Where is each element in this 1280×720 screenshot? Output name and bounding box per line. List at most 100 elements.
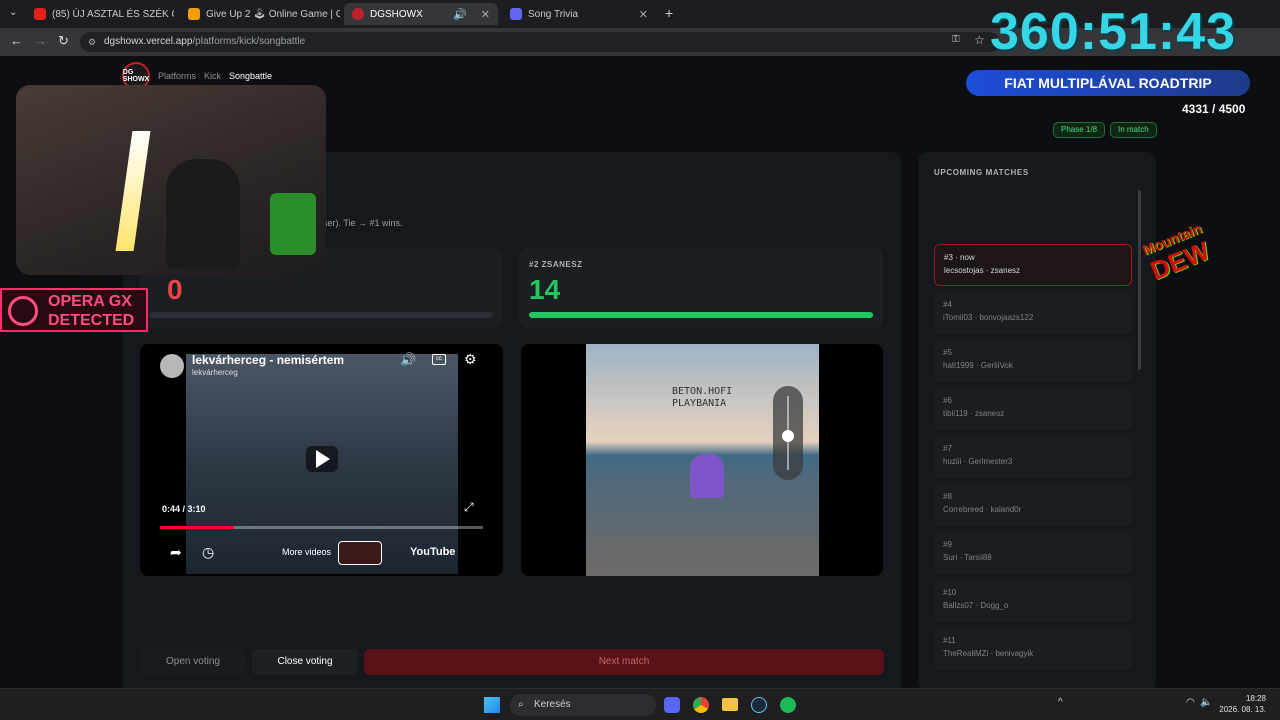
new-tab-icon[interactable]: + [665, 5, 673, 21]
upcoming-matches-title: UPCOMING MATCHES [934, 168, 1029, 177]
webcam-person [166, 159, 240, 269]
more-videos-label[interactable]: More videos [282, 547, 331, 557]
match-item[interactable]: #6 tibii119 · zsanesz [934, 388, 1132, 430]
youtube-logo[interactable]: YouTube [410, 546, 455, 558]
album-player[interactable]: BETON.HOFI PLAYBANIA [521, 344, 883, 576]
watch-later-icon[interactable]: ◷ [202, 544, 214, 561]
share-icon[interactable]: ➦ [170, 544, 182, 561]
roadtrip-goal-progress: 4331 / 4500 [1182, 102, 1246, 116]
breadcrumb-kick[interactable]: Kick [204, 71, 221, 81]
next-match-button[interactable]: Next match [364, 649, 884, 675]
back-icon[interactable]: ← [10, 33, 23, 48]
upcoming-matches-panel: UPCOMING MATCHES #3 · now lecsostojas · z… [918, 152, 1156, 692]
system-clock[interactable]: 18:28 2026. 08. 13. [1219, 693, 1266, 715]
forward-icon[interactable]: → [34, 33, 47, 48]
match-players: iTomii03 · bonvojaazs122 [943, 313, 1034, 322]
song-trivia-favicon-icon [510, 8, 522, 20]
spotify-icon[interactable] [780, 697, 796, 713]
match-id: #9 [943, 540, 952, 549]
match-item[interactable]: #9 Suri · Tarsii88 [934, 532, 1132, 574]
tab-song-trivia[interactable]: Song Trivia ✕ [502, 3, 656, 25]
tab-label: DGSHOWX [370, 8, 423, 20]
player2-score-bar [529, 312, 873, 318]
opera-logo-icon [8, 296, 38, 326]
match-id: #4 [943, 300, 952, 309]
streamer-webcam [16, 85, 326, 275]
match-item[interactable]: #11 TheRealiMZi · benivagyik [934, 628, 1132, 670]
player1-score-bar [149, 312, 493, 318]
url-host: dgshowx.vercel.app [104, 36, 193, 47]
taskbar-search[interactable]: ⌕ Keresés [510, 694, 656, 716]
volume-slider[interactable] [773, 386, 803, 480]
site-info-icon[interactable]: ⚙ [88, 32, 96, 52]
match-item[interactable]: #10 Ballzs07 · Dogg_o [934, 580, 1132, 622]
volume-icon[interactable]: 🔊 [400, 352, 416, 368]
play-icon [316, 450, 330, 468]
match-item[interactable]: #3 · now lecsostojas · zsanesz [934, 244, 1132, 286]
chrome-icon[interactable] [693, 697, 709, 713]
match-item[interactable]: #4 iTomii03 · bonvojaazs122 [934, 292, 1132, 334]
opera-gx-badge: OPERA GX DETECTED [0, 288, 148, 332]
match-item[interactable]: #5 hati1999 · GerliiVok [934, 340, 1132, 382]
open-voting-button[interactable]: Open voting [140, 649, 246, 675]
match-item[interactable]: #7 huziii · Gerlmester3 [934, 436, 1132, 478]
start-icon[interactable] [484, 697, 500, 713]
close-tab-icon[interactable]: ✕ [639, 8, 648, 21]
opera-gx-line1: OPERA GX [48, 293, 132, 310]
tab-give-up[interactable]: Give Up 2 🕹 Online Game | Ga ✕ [180, 3, 340, 25]
match-players: huziii · Gerlmester3 [943, 457, 1013, 466]
match-id: #6 [943, 396, 952, 405]
breadcrumb-current: Songbattle [229, 71, 273, 81]
wifi-icon[interactable]: ◠ [1186, 697, 1195, 708]
reload-icon[interactable]: ↻ [58, 33, 69, 49]
tab-label: Give Up 2 🕹 Online Game | Ga [206, 8, 340, 20]
video-time: 0:44 / 3:10 [162, 504, 206, 514]
tab-youtube[interactable]: (85) ÚJ ASZTAL ÉS SZÉK ÖSSZER ✕ [26, 3, 174, 25]
tab-label: (85) ÚJ ASZTAL ÉS SZÉK ÖSSZER [52, 8, 174, 20]
key-icon[interactable]: ⚿ [952, 34, 960, 45]
tab-list-chevron-icon[interactable]: ⌄ [9, 7, 17, 18]
volume-slider-knob[interactable] [782, 430, 794, 443]
discord-icon[interactable] [664, 697, 680, 713]
close-tab-icon[interactable]: ✕ [481, 8, 490, 21]
settings-gear-icon[interactable]: ⚙ [464, 351, 477, 368]
match-players: Ballzs07 · Dogg_o [943, 601, 1009, 610]
video-channel[interactable]: lekvárherceg [192, 368, 238, 377]
play-button[interactable] [306, 446, 338, 472]
album-text-line2: PLAYBANIA [672, 398, 727, 409]
speaker-icon[interactable]: 🔈 [1200, 697, 1212, 708]
bookmark-star-icon[interactable]: ☆ [974, 33, 985, 47]
more-videos-thumbnail[interactable] [338, 541, 382, 565]
video-title[interactable]: lekvárherceg - nemisértem [192, 353, 344, 367]
stream-timer: 360:51:43 [990, 3, 1237, 61]
close-voting-button[interactable]: Close voting [252, 649, 358, 675]
file-explorer-icon[interactable] [722, 698, 738, 711]
url-path: /platforms/kick/songbattle [192, 36, 306, 47]
taskbar-search-label: Keresés [534, 699, 571, 710]
match-item[interactable]: #8 Correbreed · kaland0r [934, 484, 1132, 526]
match-players: Suri · Tarsii88 [943, 553, 992, 562]
video-progress-fill [160, 526, 235, 529]
steam-icon[interactable] [751, 697, 767, 713]
video-progress-track[interactable] [160, 526, 483, 529]
tray-chevron-icon[interactable]: ^ [1058, 697, 1063, 708]
breadcrumb-platforms[interactable]: Platforms [158, 71, 196, 81]
channel-avatar[interactable] [160, 354, 184, 378]
phase-badge: Phase 1/8 [1053, 122, 1106, 138]
roadtrip-goal-banner: FIAT MULTIPLÁVAL ROADTRIP [966, 70, 1250, 96]
sidebar-scrollbar[interactable] [1138, 190, 1141, 370]
match-players: tibii119 · zsanesz [943, 409, 1005, 418]
fullscreen-icon[interactable]: ⤢ [464, 500, 474, 515]
search-icon: ⌕ [518, 699, 524, 710]
captions-icon[interactable]: cc [432, 354, 446, 365]
tab-dgshowx[interactable]: DGSHOWX 🔊 ✕ [344, 3, 498, 25]
windows-taskbar: ⌕ Keresés ^ ◠ 🔈 18:28 2026. 08. 13. [0, 688, 1280, 720]
youtube-player[interactable]: lekvárherceg - nemisértem lekvárherceg 🔊… [140, 344, 503, 576]
album-figure [690, 454, 724, 498]
match-players: lecsostojas · zsanesz [944, 266, 1021, 275]
match-id: #8 [943, 492, 952, 501]
rule-text: ser). Tie → #1 wins. [323, 218, 403, 228]
player2-label: #2 ZSANESZ [529, 260, 583, 269]
url-input[interactable]: ⚙ dgshowx.vercel.app/platforms/kick/song… [80, 32, 1000, 52]
audio-icon[interactable]: 🔊 [453, 8, 467, 21]
